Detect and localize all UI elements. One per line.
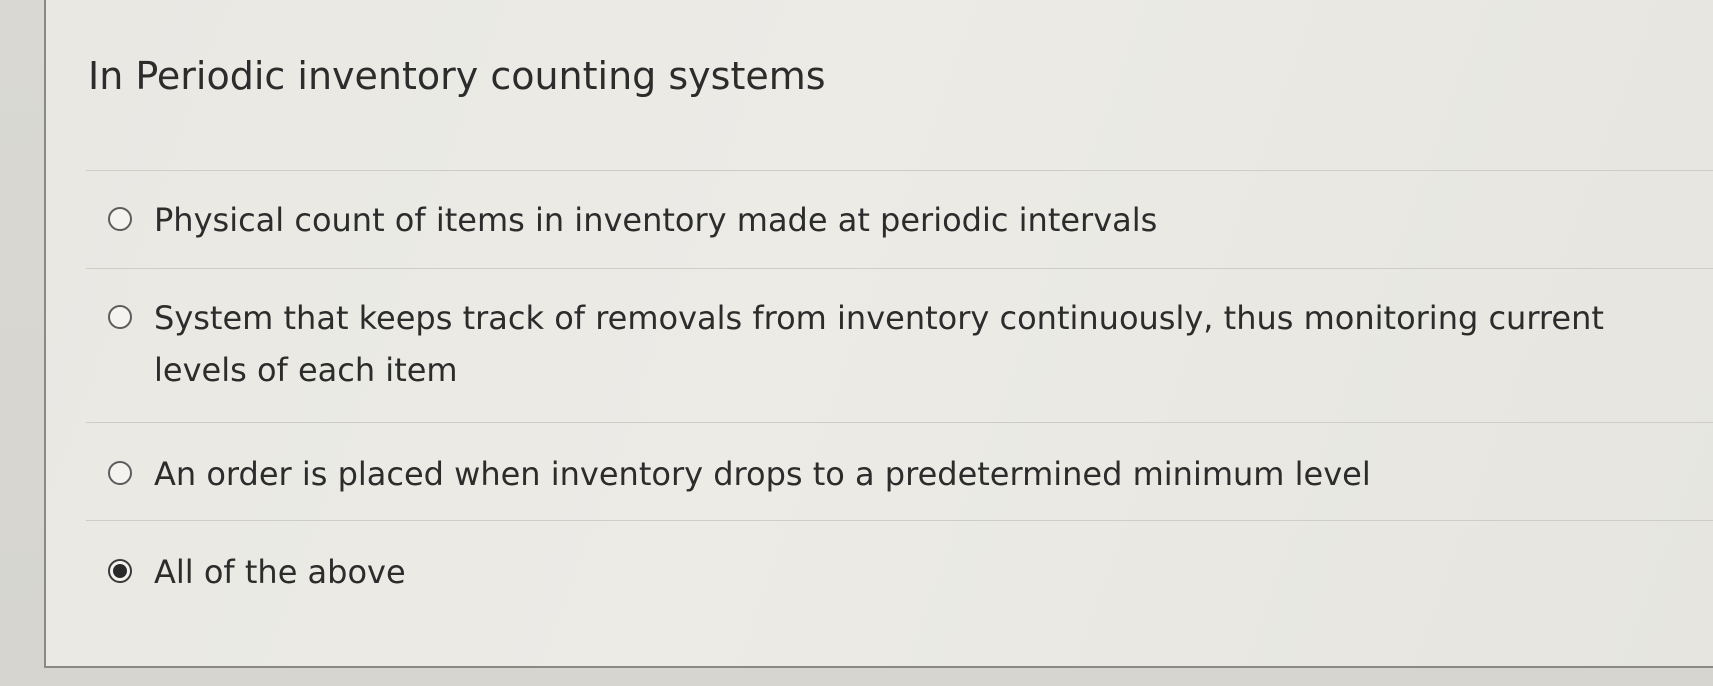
option-label: Physical count of items in inventory mad… [154,201,1158,239]
option-label: All of the above [154,553,406,591]
radio-button-selected[interactable] [108,559,132,583]
answer-option-1[interactable]: Physical count of items in inventory mad… [108,198,1673,246]
question-title: In Periodic inventory counting systems [88,54,826,98]
divider [86,520,1713,521]
answer-option-3[interactable]: An order is placed when inventory drops … [108,452,1673,500]
question-card: In Periodic inventory counting systems P… [44,0,1713,668]
option-label: System that keeps track of removals from… [154,299,1604,389]
radio-button[interactable] [108,305,132,329]
option-label: An order is placed when inventory drops … [154,455,1371,493]
divider [86,422,1713,423]
divider [86,170,1713,171]
divider [86,268,1713,269]
answer-option-4[interactable]: All of the above [108,550,1673,598]
answer-option-2[interactable]: System that keeps track of removals from… [108,296,1673,396]
radio-button[interactable] [108,207,132,231]
radio-button[interactable] [108,461,132,485]
